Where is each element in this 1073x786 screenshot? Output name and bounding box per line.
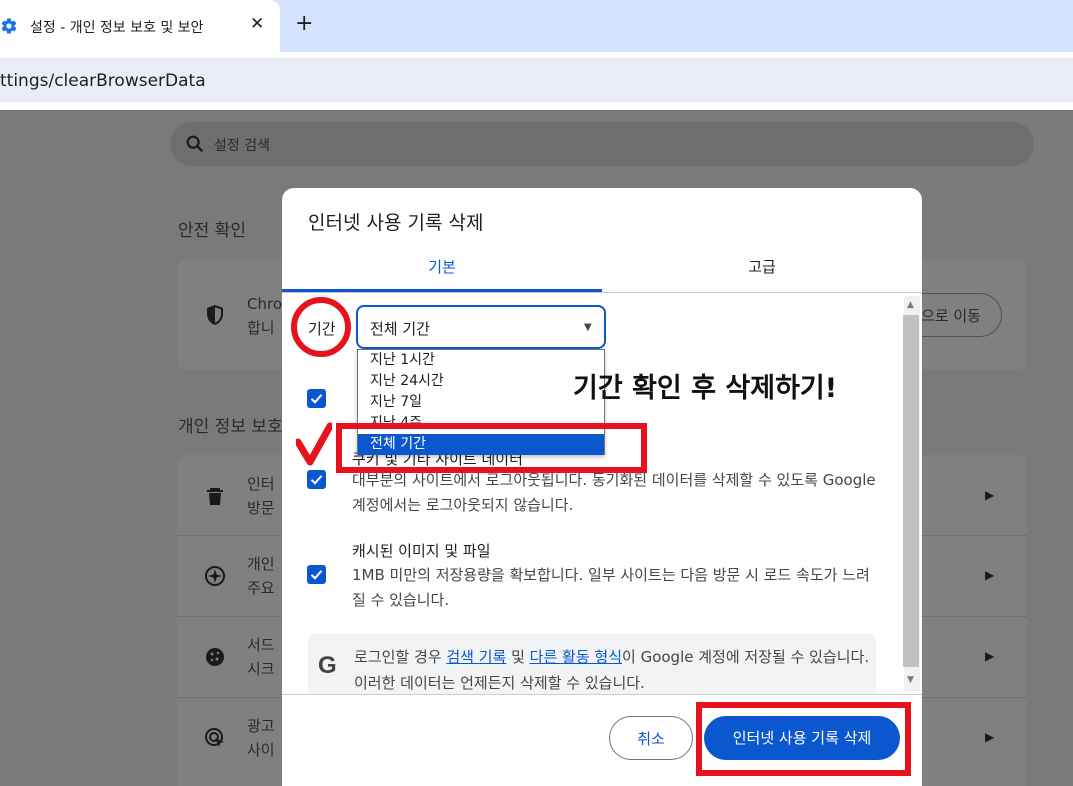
item-title: 캐시된 이미지 및 파일: [352, 542, 491, 560]
safety-text-line2: 합니: [247, 319, 275, 337]
other-activity-link[interactable]: 다른 활동 형식: [530, 648, 622, 666]
caret-down-icon: ▼: [584, 322, 592, 333]
privacy-title: 개인 정보 보호: [178, 417, 283, 437]
tab-basic[interactable]: 기본: [282, 246, 602, 292]
checkbox-browsing-history[interactable]: [307, 389, 326, 408]
cookie-icon: [206, 648, 224, 666]
row-line2: 시크: [247, 660, 275, 678]
scroll-down-icon[interactable]: ▼: [907, 675, 914, 685]
chevron-right-icon: ▶: [985, 649, 995, 663]
trash-icon: [207, 488, 223, 505]
browser-tab[interactable]: 설정 - 개인 정보 보호 및 보안 ✕: [0, 0, 280, 52]
safety-text-line1: Chro: [247, 295, 282, 313]
red-check-mark-icon: [296, 422, 332, 466]
check-icon: [310, 394, 323, 404]
chevron-right-icon: ▶: [985, 488, 995, 502]
notice-text: 로그인할 경우 검색 기록 및 다른 활동 형식이 Google 계정에 저장될…: [354, 644, 874, 696]
row-line1: 서드: [247, 636, 275, 654]
notice-mid: 및: [506, 648, 530, 666]
scrollbar-thumb[interactable]: [903, 315, 919, 667]
google-account-notice: G 로그인할 경우 검색 기록 및 다른 활동 형식이 Google 계정에 저…: [308, 634, 876, 696]
toolbar: ttings/clearBrowserData: [0, 52, 1073, 108]
annotation-circle: [291, 297, 351, 357]
tabs-divider: [282, 292, 922, 293]
clear-browsing-data-dialog: 인터넷 사용 기록 삭제 기본 고급 기간 전체 기간 ▼ 쿠키 및 기타 사이…: [282, 188, 922, 786]
tab-close-icon[interactable]: ✕: [250, 14, 264, 34]
row-line1: 광고: [247, 717, 275, 735]
tab-advanced[interactable]: 고급: [602, 246, 922, 292]
url-text: ttings/clearBrowserData: [0, 71, 206, 91]
search-history-link[interactable]: 검색 기록: [446, 648, 506, 666]
search-placeholder: 설정 검색: [214, 138, 270, 154]
tab-advanced-label: 고급: [748, 258, 776, 276]
item-description: 1MB 미만의 저장용량을 확보합니다. 일부 사이트는 다음 방문 시 로드 …: [352, 566, 870, 609]
period-option[interactable]: 지난 1시간: [358, 350, 604, 371]
shield-icon: [207, 305, 223, 325]
check-icon: [310, 570, 323, 580]
search-icon: [186, 135, 204, 153]
tab-basic-label: 기본: [428, 258, 456, 276]
compass-icon: [205, 566, 225, 586]
check-icon: [310, 475, 323, 485]
notice-prefix: 로그인할 경우: [354, 648, 447, 666]
row-line2: 사이: [247, 741, 275, 759]
row-line2: 주요: [247, 579, 275, 597]
dialog-title: 인터넷 사용 기록 삭제: [308, 212, 484, 234]
gear-icon: [1, 18, 17, 34]
chevron-right-icon: ▶: [985, 568, 995, 582]
annotation-text: 기간 확인 후 삭제하기!: [573, 373, 838, 404]
scroll-up-icon[interactable]: ▲: [907, 300, 914, 310]
row-line1: 인터: [247, 475, 275, 493]
new-tab-button[interactable]: +: [295, 11, 313, 36]
annotation-box-delete: [696, 702, 911, 776]
period-selected-value: 전체 기간: [370, 320, 430, 338]
period-option[interactable]: 지난 7일: [358, 392, 604, 413]
safety-check-title: 안전 확인: [178, 221, 246, 241]
cancel-button[interactable]: 취소: [609, 716, 693, 760]
item-description: 대부분의 사이트에서 로그아웃됩니다. 동기화된 데이터를 삭제할 수 있도록 …: [352, 471, 876, 514]
tab-strip: 설정 - 개인 정보 보호 및 보안 ✕ +: [0, 0, 1073, 52]
period-option[interactable]: 지난 24시간: [358, 371, 604, 392]
chevron-right-icon: ▶: [985, 730, 995, 744]
settings-search[interactable]: 설정 검색: [170, 122, 1034, 166]
row-line1: 개인: [247, 555, 275, 573]
go-button-label: 으로 이동: [921, 307, 981, 325]
tab-title: 설정 - 개인 정보 보호 및 보안: [30, 20, 204, 36]
address-bar[interactable]: ttings/clearBrowserData: [0, 58, 1073, 102]
ad-target-icon: [205, 728, 224, 747]
google-g-icon: G: [318, 652, 337, 679]
cancel-button-label: 취소: [637, 730, 665, 748]
row-line2: 방문: [247, 499, 275, 517]
annotation-box-period: [336, 423, 647, 473]
period-select[interactable]: 전체 기간 ▼: [356, 305, 606, 349]
checkbox-cache[interactable]: [307, 565, 326, 584]
checkbox-cookies[interactable]: [307, 470, 326, 489]
